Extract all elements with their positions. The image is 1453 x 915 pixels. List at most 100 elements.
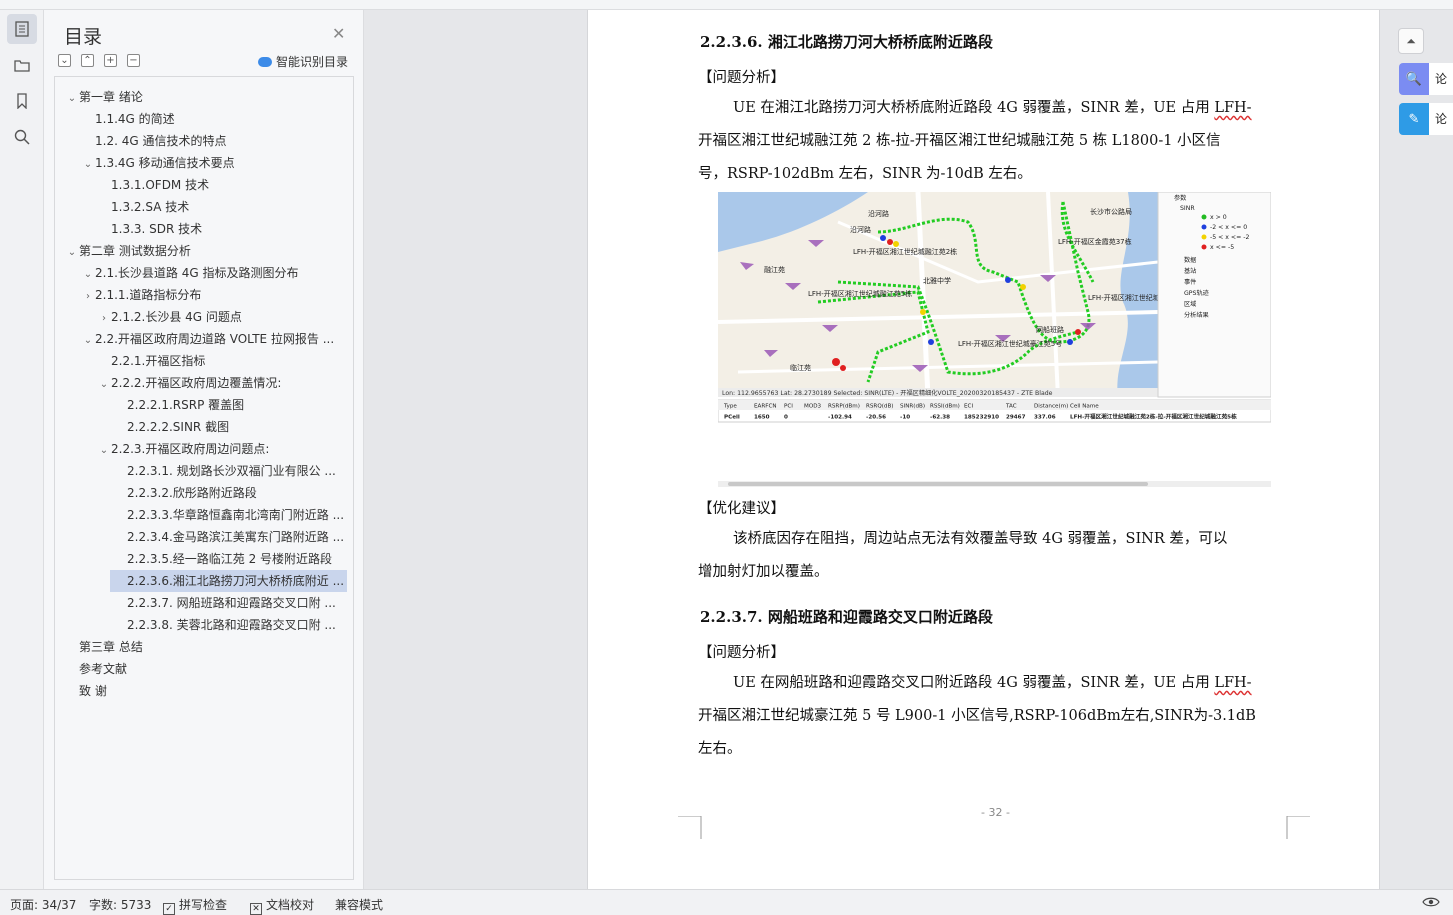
chevron-down-icon[interactable]: ⌄ xyxy=(81,330,95,350)
toc-icon[interactable] xyxy=(7,14,37,44)
toc-item[interactable]: 2.2.3.8. 芙蓉北路和迎霞路交叉口附 ... xyxy=(113,614,347,636)
problem-analysis-label: 【问题分析】 xyxy=(698,645,785,661)
map-site-label: LFH-开福区湘江世纪城融江苑5栋 xyxy=(808,289,912,298)
toc-item[interactable]: 2.2.1.开福区指标 xyxy=(97,350,347,372)
map-place-label: 沿河路 xyxy=(868,209,889,218)
toc-item-label: 2.2.3.1. 规划路长沙双福门业有限公 ... xyxy=(127,464,336,478)
legend-item: 事件 xyxy=(1184,278,1196,286)
close-icon[interactable]: ✕ xyxy=(332,24,345,43)
chevron-right-icon[interactable]: › xyxy=(81,286,95,306)
toc-item[interactable]: 2.2.2.2.SINR 截图 xyxy=(113,416,347,438)
collapse-all-icon[interactable]: ⌄ xyxy=(58,54,71,67)
drive-test-map-figure[interactable]: 沿河路 沿河路 融江苑 北雅中学 临江苑 网船班路 长沙市公路局 LFH-开福区… xyxy=(718,192,1271,488)
toc-item[interactable]: 2.2.3.6.湘江北路捞刀河大桥桥底附近 ... xyxy=(110,570,347,592)
legend-item: -5 < x <= -2 xyxy=(1210,234,1249,241)
remove-heading-icon[interactable]: − xyxy=(127,54,140,67)
toc-item[interactable]: 2.2.2.1.RSRP 覆盖图 xyxy=(113,394,347,416)
chevron-down-icon[interactable]: ⌄ xyxy=(81,264,95,284)
legend-item: -2 < x <= 0 xyxy=(1210,224,1247,231)
toc-item[interactable]: › 2.1.2.长沙县 4G 问题点 xyxy=(97,306,347,328)
table-cell: 337.06 xyxy=(1034,415,1056,421)
toc-item-label: 1.2. 4G 通信技术的特点 xyxy=(95,134,227,148)
smart-toc-button[interactable]: 智能识别目录 xyxy=(258,53,348,70)
collapse-panel-icon[interactable]: ⏶ xyxy=(1398,28,1424,54)
add-heading-icon[interactable]: + xyxy=(104,54,117,67)
toc-item-label: 第二章 测试数据分析 xyxy=(79,244,191,258)
toc-panel: 目录 ✕ ⌄ ⌃ + − 智能识别目录 ⌄ 第一章 绪论 1.1.4G 的简述 1.2… xyxy=(44,10,364,889)
map-site-label: LFH-开福区湘江世纪城融江苑2栋 xyxy=(853,247,957,256)
eye-icon[interactable] xyxy=(1422,896,1440,911)
folder-icon[interactable] xyxy=(7,50,37,80)
chevron-down-icon[interactable]: ⌄ xyxy=(81,154,95,174)
chevron-down-icon[interactable]: ⌄ xyxy=(97,374,111,394)
heading-2-2-3-7: 2.2.3.7. 网船班路和迎霞路交叉口附近路段 xyxy=(700,608,993,626)
toc-item[interactable]: 1.3.2.SA 技术 xyxy=(97,196,347,218)
toc-item-label: 致 谢 xyxy=(79,684,107,698)
map-site-label: LFH-开福区湘江世纪城豪江苑5号 xyxy=(958,339,1062,348)
toc-item[interactable]: 2.2.3.1. 规划路长沙双福门业有限公 ... xyxy=(113,460,347,482)
toc-item[interactable]: ⌄ 2.2.2.开福区政府周边覆盖情况: xyxy=(97,372,347,394)
chevron-down-icon[interactable]: ⌄ xyxy=(65,242,79,262)
proofread-button[interactable]: ✕ 文档校对 xyxy=(250,896,314,915)
table-cell: -10 xyxy=(900,415,910,421)
toc-item-label: 2.2.2.开福区政府周边覆盖情况: xyxy=(111,376,282,390)
table-header: Cell Name xyxy=(1070,404,1099,410)
chevron-down-icon[interactable]: ⌄ xyxy=(97,440,111,460)
toc-item[interactable]: 2.2.3.7. 网船班路和迎霞路交叉口附 ... xyxy=(113,592,347,614)
check-icon: ✓ xyxy=(163,903,175,915)
toc-item-label: 第一章 绪论 xyxy=(79,90,143,104)
toc-item[interactable]: ⌄ 2.1.长沙县道路 4G 指标及路测图分布 xyxy=(81,262,347,284)
toc-item-label: 2.1.2.长沙县 4G 问题点 xyxy=(111,310,242,324)
toc-item-label: 2.2.1.开福区指标 xyxy=(111,354,206,368)
toc-item-label: 2.2.3.5.经一路临江苑 2 号楼附近路段 xyxy=(127,552,333,566)
chevron-down-icon[interactable]: ⌄ xyxy=(65,88,79,108)
document-page: 2.2.3.6. 湘江北路捞刀河大桥桥底附近路段 【问题分析】 UE 在湘江北路… xyxy=(587,10,1380,889)
word-count[interactable]: 字数: 5733 xyxy=(89,896,151,913)
compat-mode: 兼容模式 xyxy=(335,898,384,912)
toc-item[interactable]: 第三章 总结 xyxy=(65,636,347,658)
toc-item[interactable]: 1.3.1.OFDM 技术 xyxy=(97,174,347,196)
toc-item[interactable]: ⌄ 第一章 绪论 xyxy=(65,86,347,108)
toc-item[interactable]: 参考文献 xyxy=(65,658,347,680)
search-icon[interactable] xyxy=(7,122,37,152)
paper-edit-tab[interactable]: ✎ 论文 xyxy=(1399,103,1453,135)
paper-check-label: 论文 xyxy=(1429,63,1453,95)
expand-all-icon[interactable]: ⌃ xyxy=(81,54,94,67)
table-cell: -62.38 xyxy=(930,415,950,421)
paragraph-line: 左右。 xyxy=(698,741,742,757)
table-cell: PCell xyxy=(724,415,740,421)
toc-item[interactable]: 2.2.3.4.金马路滨江美寓东门路附近路 ... xyxy=(113,526,347,548)
legend-item: 数据 xyxy=(1184,256,1196,264)
toc-item[interactable]: 致 谢 xyxy=(65,680,347,702)
smart-toc-label: 智能识别目录 xyxy=(276,55,349,69)
optimization-label: 【优化建议】 xyxy=(698,501,785,517)
toc-item-label: 2.2.2.1.RSRP 覆盖图 xyxy=(127,398,245,412)
paragraph-line: UE 在网船班路和迎霞路交叉口附近路段 4G 弱覆盖，SINR 差，UE 占用 … xyxy=(733,675,1252,691)
spell-check-button[interactable]: ✓ 拼写检查 xyxy=(163,896,227,915)
toc-item[interactable]: 2.2.3.5.经一路临江苑 2 号楼附近路段 xyxy=(113,548,347,570)
paper-check-tab[interactable]: 🔍 论文 xyxy=(1399,63,1453,95)
toc-item[interactable]: 2.2.3.3.华章路恒鑫南北湾南门附近路 ... xyxy=(113,504,347,526)
toc-item[interactable]: 1.1.4G 的简述 xyxy=(81,108,347,130)
toc-item-label: 2.2.3.开福区政府周边问题点: xyxy=(111,442,270,456)
toc-item[interactable]: › 2.1.1.道路指标分布 xyxy=(81,284,347,306)
toc-item[interactable]: ⌄ 第二章 测试数据分析 xyxy=(65,240,347,262)
toc-item[interactable]: 1.3.3. SDR 技术 xyxy=(97,218,347,240)
toc-item[interactable]: 2.2.3.2.欣彤路附近路段 xyxy=(113,482,347,504)
toc-item[interactable]: 1.2. 4G 通信技术的特点 xyxy=(81,130,347,152)
table-header: RSSI(dBm) xyxy=(930,404,960,410)
toc-item[interactable]: ⌄ 2.2.开福区政府周边道路 VOLTE 拉网报告 ... xyxy=(81,328,347,350)
legend-item: 基站 xyxy=(1184,267,1196,275)
table-header: MOD3 xyxy=(804,404,822,410)
chevron-right-icon[interactable]: › xyxy=(97,308,111,328)
paragraph-line: 增加射灯加以覆盖。 xyxy=(698,564,829,580)
page-indicator[interactable]: 页面: 34/37 xyxy=(10,896,76,913)
paragraph-line: 该桥底因存在阻挡，周边站点无法有效覆盖导致 4G 弱覆盖，SINR 差，可以 xyxy=(733,531,1228,547)
toc-item[interactable]: ⌄ 2.2.3.开福区政府周边问题点: xyxy=(97,438,347,460)
legend-item: SINR xyxy=(1180,205,1195,212)
paragraph-line: 开福区湘江世纪城融江苑 2 栋-拉-开福区湘江世纪城融江苑 5 栋 L1800-… xyxy=(698,133,1221,149)
bookmark-icon[interactable] xyxy=(7,86,37,116)
page-corner-mark xyxy=(1286,816,1310,839)
toc-item[interactable]: ⌄ 1.3.4G 移动通信技术要点 xyxy=(81,152,347,174)
table-cell: 0 xyxy=(784,415,788,421)
